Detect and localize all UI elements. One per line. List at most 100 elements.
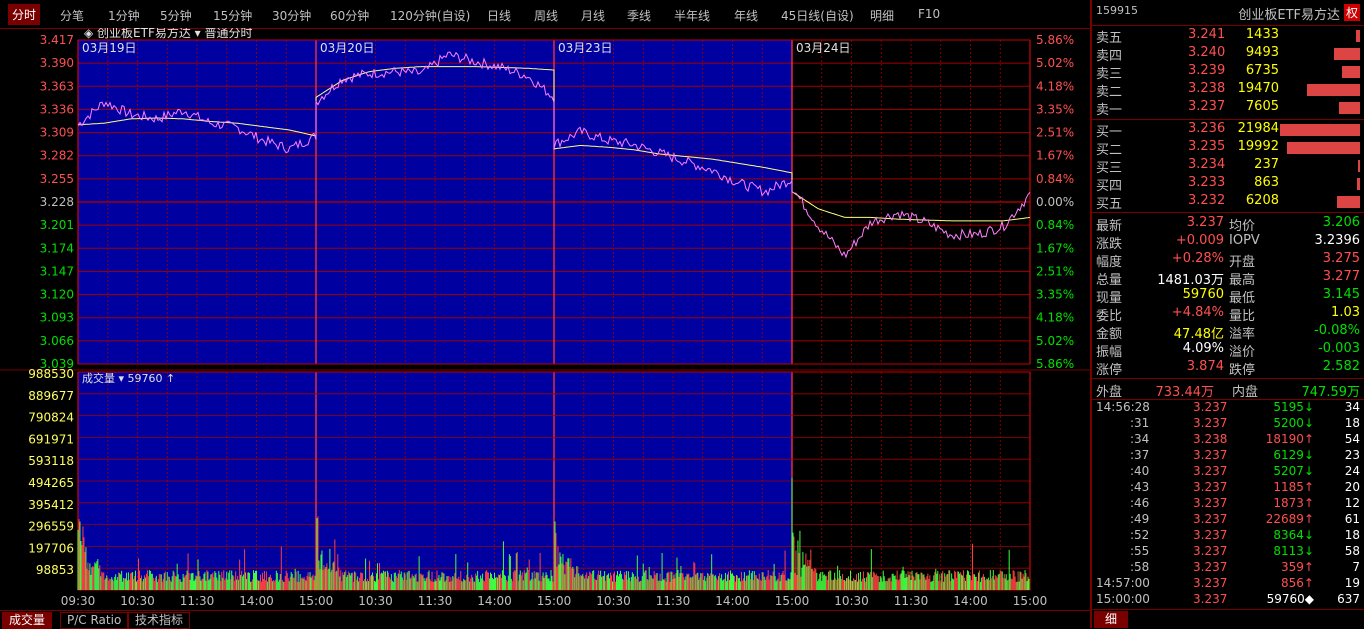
- time-tick: 15:00: [299, 594, 334, 608]
- stat-value: 59760: [1182, 287, 1224, 302]
- stat-row: 幅度 +0.28% 开盘 3.275: [1092, 251, 1364, 270]
- price-tick: 3.417: [40, 33, 74, 47]
- stat-label: 涨跌: [1096, 237, 1123, 252]
- toolbar-tab-10[interactable]: 月线: [581, 7, 605, 24]
- toolbar-tab-4[interactable]: 15分钟: [213, 7, 252, 24]
- percent-tick: 5.02%: [1036, 56, 1074, 70]
- inner-label: 内盘: [1232, 385, 1259, 400]
- trade-price: 3.237: [1193, 592, 1228, 606]
- trade-price: 3.237: [1193, 560, 1228, 574]
- indicator-tab-1[interactable]: P/C Ratio: [60, 612, 129, 629]
- bid-volume-bar: [1287, 142, 1360, 154]
- trade-volume: 5200↓: [1273, 416, 1314, 430]
- stat-value: 3.237: [1186, 215, 1224, 230]
- bid-volume-bar: [1280, 124, 1360, 136]
- trade-time: :37: [1130, 448, 1150, 462]
- stat-label: 总量: [1096, 273, 1123, 288]
- trade-time: 14:57:00: [1096, 576, 1150, 590]
- price-tick: 3.255: [40, 172, 74, 186]
- toolbar-tab-14[interactable]: 45日线(自设): [781, 7, 854, 24]
- volume-tick: 889677: [28, 389, 74, 403]
- trade-count: 637: [1337, 592, 1360, 606]
- trade-row: :55 3.237 8113↓ 58: [1092, 544, 1364, 560]
- ask-volume: 1433: [1245, 27, 1279, 42]
- trade-volume: 18190↑: [1265, 432, 1314, 446]
- trade-volume: 6129↓: [1273, 448, 1314, 462]
- toolbar-tab-12[interactable]: 半年线: [674, 7, 710, 24]
- toolbar-tab-11[interactable]: 季线: [627, 7, 651, 24]
- chart-svg: 3.417 3.390 3.363 3.336 3.309 3.282 3.255 3.228…: [0, 25, 1090, 608]
- date-label: 03月23日: [558, 41, 613, 55]
- bid-price: 3.235: [1188, 139, 1226, 154]
- stat-label: IOPV: [1229, 233, 1260, 248]
- trade-time: :52: [1130, 528, 1150, 542]
- date-label: 03月19日: [82, 41, 137, 55]
- outer-label: 外盘: [1096, 385, 1123, 400]
- percent-tick: 2.51%: [1036, 264, 1074, 278]
- indicator-tab-0[interactable]: 成交量: [2, 612, 53, 629]
- stat-row: 涨跌 +0.009 IOPV 3.2396: [1092, 233, 1364, 252]
- trade-time: :55: [1130, 544, 1150, 558]
- ask-volume-bar: [1334, 48, 1360, 60]
- toolbar-tab-1[interactable]: 分笔: [60, 7, 84, 24]
- percent-tick: 1.67%: [1036, 241, 1074, 255]
- toolbar-tab-6[interactable]: 60分钟: [330, 7, 369, 24]
- time-tick: 15:00: [1013, 594, 1048, 608]
- time-tick: 11:30: [418, 594, 453, 608]
- price-tick: 3.201: [40, 218, 74, 232]
- toolbar-tab-3[interactable]: 5分钟: [160, 7, 192, 24]
- bid-row: 买一 3.236 21984: [1092, 121, 1364, 140]
- ask-volume: 9493: [1245, 45, 1279, 60]
- trade-row: :31 3.237 5200↓ 18: [1092, 416, 1364, 432]
- stat-value: 3.206: [1322, 215, 1360, 230]
- trade-row: :40 3.237 5207↓ 24: [1092, 464, 1364, 480]
- price-tick: 3.120: [40, 288, 74, 302]
- trade-price: 3.237: [1193, 480, 1228, 494]
- trade-volume: 359↑: [1281, 560, 1314, 574]
- percent-tick: 5.86%: [1036, 33, 1074, 47]
- ask-price: 3.238: [1188, 81, 1226, 96]
- stat-value: 1.03: [1331, 305, 1360, 320]
- price-tick: 3.390: [40, 56, 74, 70]
- bid-label: 买一: [1096, 125, 1123, 140]
- trade-row: :46 3.237 1873↑ 12: [1092, 496, 1364, 512]
- toolbar-tab-8[interactable]: 日线: [487, 7, 511, 24]
- stat-value: 3.275: [1322, 251, 1360, 266]
- indicator-tab-2[interactable]: 技术指标: [128, 612, 191, 629]
- toolbar-tab-13[interactable]: 年线: [734, 7, 758, 24]
- time-tick: 14:00: [715, 594, 750, 608]
- toolbar-tab-0[interactable]: 分时: [8, 4, 41, 25]
- volume-tick: 98853: [36, 563, 74, 577]
- toolbar-tab-5[interactable]: 30分钟: [272, 7, 311, 24]
- toolbar-tab-15[interactable]: 明细: [870, 7, 894, 24]
- detail-tab[interactable]: 细: [1094, 611, 1129, 628]
- stat-value: -0.08%: [1314, 323, 1360, 338]
- ask-volume-bar: [1307, 84, 1360, 96]
- bid-price: 3.232: [1188, 193, 1226, 208]
- percent-tick: 2.51%: [1036, 126, 1074, 140]
- rights-badge[interactable]: 权: [1343, 4, 1360, 21]
- trade-row: 15:00:00 3.237 59760◆ 637: [1092, 592, 1364, 608]
- time-tick: 11:30: [656, 594, 691, 608]
- time-tick: 14:00: [239, 594, 274, 608]
- stat-label: 均价: [1229, 219, 1256, 234]
- price-tick: 3.066: [40, 334, 74, 348]
- trade-count: 18: [1344, 416, 1360, 430]
- price-tick: 3.174: [40, 241, 74, 255]
- trade-time: :58: [1130, 560, 1150, 574]
- trade-price: 3.237: [1193, 416, 1228, 430]
- trade-count: 23: [1344, 448, 1360, 462]
- time-tick: 10:30: [358, 594, 393, 608]
- intraday-chart[interactable]: 3.417 3.390 3.363 3.336 3.309 3.282 3.255 3.228…: [0, 25, 1090, 610]
- toolbar-tab-7[interactable]: 120分钟(自设): [390, 7, 470, 24]
- toolbar-tab-16[interactable]: F10: [918, 7, 940, 21]
- toolbar-tab-9[interactable]: 周线: [534, 7, 558, 24]
- toolbar-tab-2[interactable]: 1分钟: [108, 7, 140, 24]
- stat-label: 开盘: [1229, 255, 1256, 270]
- ask-volume: 6735: [1245, 63, 1279, 78]
- stat-value: 3.277: [1322, 269, 1360, 284]
- trade-count: 54: [1344, 432, 1360, 446]
- trade-price: 3.237: [1193, 512, 1228, 526]
- trade-time: :46: [1130, 496, 1150, 510]
- stat-label: 溢价: [1229, 345, 1256, 360]
